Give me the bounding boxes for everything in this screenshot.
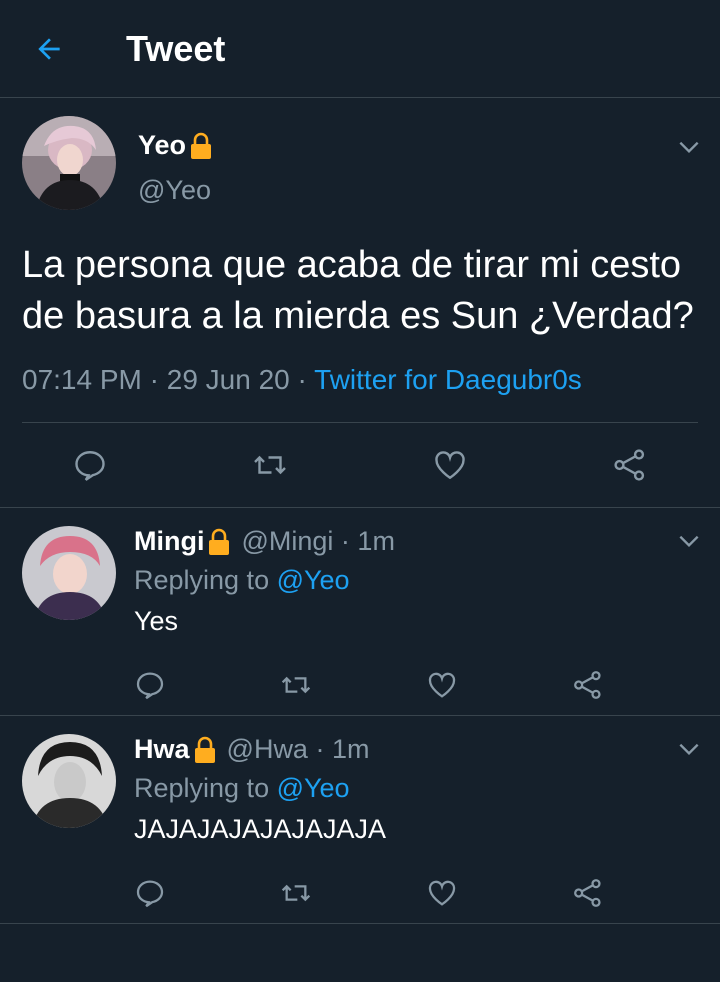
reply-header: Mingi @Mingi · 1m [134,526,690,557]
reply-tweet[interactable]: Mingi @Mingi · 1m Replying to @Yeo Yes [0,508,720,716]
like-icon [435,451,465,480]
tweet-date: 29 Jun 20 [166,364,290,395]
like-button[interactable] [426,669,572,701]
like-button[interactable] [426,877,572,909]
share-button[interactable] [540,447,720,483]
reply-author-handle: @Hwa · 1m [226,734,370,764]
tweet-meta: 07:14 PM · 29 Jun 20 · Twitter for Daegu… [22,364,698,396]
share-button[interactable] [572,669,718,701]
reply-button[interactable] [134,669,280,701]
author-meta: Yeo @Yeo [138,130,213,206]
author-name-line: Yeo [138,130,213,161]
avatar[interactable] [22,116,116,210]
tweet-actions [0,423,720,507]
retweet-button[interactable] [180,447,360,483]
like-icon [428,880,456,906]
replying-to: Replying to @Yeo [134,565,350,595]
share-icon [574,671,601,699]
reply-actions [134,669,718,701]
reply-button[interactable] [134,877,280,909]
share-icon [614,449,645,481]
reply-author-handle: @Mingi · 1m [241,526,395,556]
retweet-icon [254,455,286,475]
reply-body: Hwa @Hwa · 1m Replying to @Yeo JAJAJAJAJ… [134,734,690,845]
lock-icon [191,132,212,159]
reply-icon [136,880,164,908]
retweet-icon [281,676,311,694]
lock-icon [209,528,230,555]
separator: · [141,364,167,395]
mention-link[interactable]: @Yeo [277,565,350,595]
avatar[interactable] [22,526,116,620]
reply-text: JAJAJAJAJAJAJAJA [134,814,387,844]
reply-body: Mingi @Mingi · 1m Replying to @Yeo Yes [134,526,690,637]
page-title: Tweet [126,27,226,69]
retweet-button[interactable] [280,877,426,909]
tweet-author: Yeo @Yeo [22,116,698,210]
reply-icon [136,672,164,700]
replying-to: Replying to @Yeo [134,773,350,803]
like-button[interactable] [360,447,540,483]
top-bar: Tweet [0,0,720,98]
author-name[interactable]: Yeo [138,130,186,161]
reply-button[interactable] [0,447,180,483]
lock-icon [194,736,215,763]
main-tweet: Yeo @Yeo La persona que acaba de tirar m… [0,98,720,423]
chevron-down-icon[interactable] [676,134,702,160]
author-handle[interactable]: @Yeo [138,175,213,206]
retweet-icon [281,884,311,902]
tweet-time: 07:14 PM [22,364,142,395]
share-icon [574,879,601,907]
reply-text: Yes [134,606,179,636]
reply-author-name[interactable]: Mingi [134,526,204,557]
reply-actions [134,877,718,909]
tweet-source[interactable]: Twitter for Daegubr0s [314,364,582,395]
back-button[interactable] [24,24,74,74]
like-icon [428,672,456,698]
avatar[interactable] [22,734,116,828]
reply-icon [75,451,105,481]
divider [22,422,698,423]
separator: · [289,364,315,395]
tweet-text: La persona que acaba de tirar mi cesto d… [22,244,694,337]
retweet-button[interactable] [280,669,426,701]
reply-author-name[interactable]: Hwa [134,734,190,765]
mention-link[interactable]: @Yeo [277,773,350,803]
reply-header: Hwa @Hwa · 1m [134,734,690,765]
back-arrow-icon [38,37,60,60]
reply-tweet[interactable]: Hwa @Hwa · 1m Replying to @Yeo JAJAJAJAJ… [0,716,720,924]
share-button[interactable] [572,877,718,909]
